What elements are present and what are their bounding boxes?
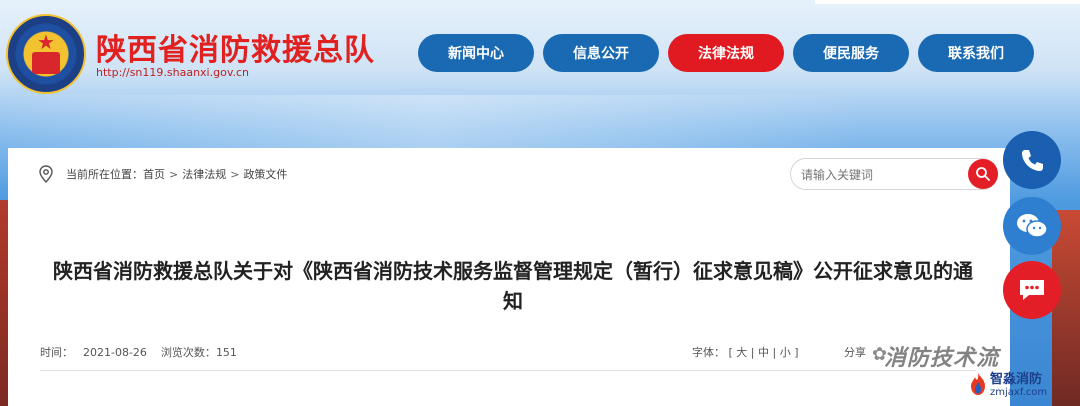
breadcrumb-prefix: 当前所在位置： [66, 168, 143, 181]
topbar-strip [815, 0, 1080, 4]
font-size-medium[interactable]: 中 [758, 346, 769, 359]
font-size-switcher: 字体： [ 大 | 中 | 小 ] [692, 346, 799, 359]
phone-icon [1022, 150, 1043, 171]
site-title[interactable]: 陕西省消防救援总队 [96, 25, 375, 69]
search-box [790, 158, 998, 190]
font-size-large[interactable]: 大 [736, 346, 747, 359]
wechat-icon [1017, 214, 1048, 238]
chat-button[interactable] [1003, 261, 1061, 319]
breadcrumb: 当前所在位置： 首页 > 法律法规 > 政策文件 [38, 162, 287, 186]
watermark-logo: 智淼消防 zmjaxf.com [966, 368, 1076, 404]
watermark-logo-url: zmjaxf.com [990, 387, 1048, 398]
location-pin-icon [39, 165, 53, 183]
view-count: 151 [215, 346, 237, 359]
share-label[interactable]: 分享 [844, 344, 866, 360]
font-size-label: 字体： [692, 346, 725, 359]
time-label: 时间： [40, 346, 73, 359]
nav-item-info-disclosure[interactable]: 信息公开 [543, 34, 659, 72]
watermark-logo-title: 智淼消防 [990, 372, 1043, 387]
content-card: 当前所在位置： 首页 > 法律法规 > 政策文件 陕西省消防救援总队关于对《陕西… [8, 148, 1010, 406]
article-title: 陕西省消防救援总队关于对《陕西省消防技术服务监督管理规定（暂行）征求意见稿》公开… [53, 259, 973, 313]
nav-item-news[interactable]: 新闻中心 [418, 34, 534, 72]
search-input[interactable] [801, 166, 961, 184]
search-button[interactable] [968, 159, 998, 189]
breadcrumb-item-policy[interactable]: 政策文件 [243, 166, 287, 182]
views-label: 浏览次数： [160, 346, 216, 359]
publish-date: 2021-08-26 [83, 346, 147, 359]
search-icon [976, 167, 990, 181]
nav-item-services[interactable]: 便民服务 [793, 34, 909, 72]
fire-rescue-emblem-logo[interactable]: ★ [6, 14, 86, 94]
nav-item-contact[interactable]: 联系我们 [918, 34, 1034, 72]
font-size-small[interactable]: 小 [780, 346, 791, 359]
emblem-core [32, 52, 60, 74]
breadcrumb-item-laws[interactable]: 法律法规 [182, 166, 226, 182]
star-icon: ★ [37, 30, 55, 54]
breadcrumb-separator: > [230, 167, 240, 181]
phone-button[interactable] [1003, 131, 1061, 189]
breadcrumb-item-home[interactable]: 首页 [143, 166, 165, 182]
breadcrumb-separator: > [169, 167, 179, 181]
meta-divider [40, 370, 976, 371]
chat-icon [1020, 280, 1044, 300]
flame-logo-icon [971, 373, 985, 395]
site-url[interactable]: http://sn119.shaanxi.gov.cn [96, 66, 249, 79]
wechat-button[interactable] [1003, 197, 1061, 255]
nav-item-laws[interactable]: 法律法规 [668, 34, 784, 72]
article-meta: 时间： 2021-08-26 浏览次数：151 [40, 344, 247, 360]
hero-light-streak [0, 95, 1080, 155]
